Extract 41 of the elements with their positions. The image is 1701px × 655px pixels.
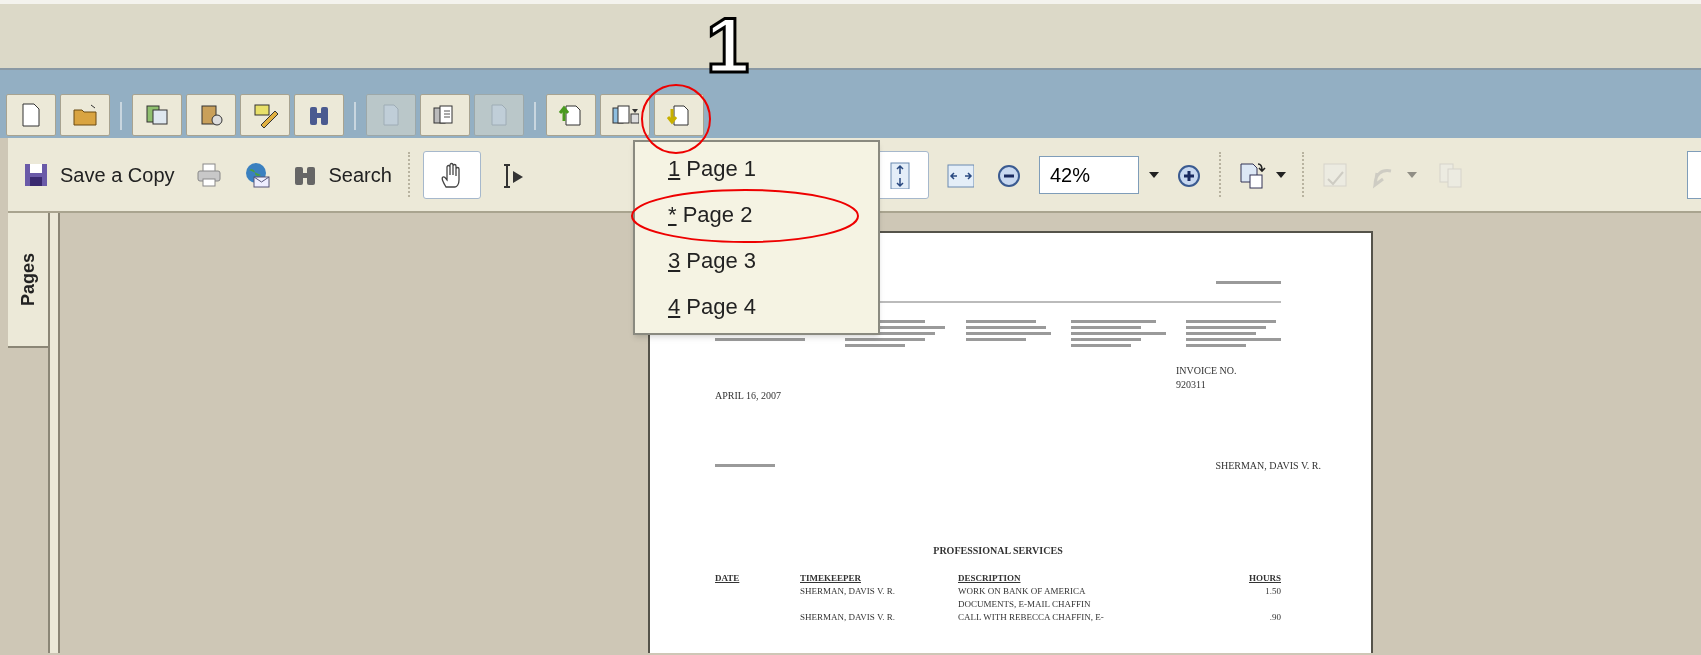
highlight-circle	[640, 83, 712, 155]
step-number: 1	[706, 6, 750, 84]
search-button[interactable]: Search	[286, 150, 396, 199]
column-header: HOURS	[1248, 572, 1281, 585]
table-cell-text: WORK ON BANK OF AMERICA	[958, 585, 1087, 598]
toolbar-button[interactable]	[294, 94, 344, 136]
column-header: DATE	[715, 572, 741, 585]
table-cell-text: SHERMAN, DAVIS V. R.	[800, 585, 897, 598]
menu-item[interactable]: * Page 2	[635, 194, 878, 236]
text-lines-drawing	[1216, 278, 1281, 287]
panel-splitter[interactable]	[50, 213, 60, 653]
invoice-number: 920311	[1176, 378, 1207, 392]
pencil-note-icon	[251, 101, 279, 129]
caret-icon	[1275, 171, 1286, 178]
invoice-label: INVOICE NO.	[1176, 364, 1238, 378]
invoice-date: APRIL 16, 2007	[715, 389, 783, 403]
toolbar-button[interactable]	[420, 94, 470, 136]
zoom-field[interactable]: 42%	[1038, 155, 1139, 194]
section-heading: PROFESSIONAL SERVICES	[932, 544, 1064, 558]
column-header: DESCRIPTION	[958, 572, 1022, 585]
text-field[interactable]	[1687, 150, 1701, 199]
spell-check-icon	[1320, 160, 1349, 189]
text-lines-drawing	[715, 461, 775, 470]
toolbar-button[interactable]	[422, 150, 481, 199]
pages-tab[interactable]: Pages	[8, 213, 48, 348]
menu-item[interactable]: 3 Page 3	[635, 239, 878, 281]
table-cell-text: DOCUMENTS, E-MAIL CHAFFIN	[958, 598, 1092, 611]
toolbar-button[interactable]	[600, 94, 650, 136]
menu-item[interactable]: 1 Page 1	[635, 148, 878, 190]
client-name: SHERMAN, DAVIS V. R.	[1215, 459, 1321, 473]
printer-icon	[194, 160, 223, 189]
caret-icon[interactable]	[1148, 171, 1159, 178]
table-cell-text: SHERMAN, DAVIS V. R.	[800, 611, 897, 624]
table-cell-text: .90	[1268, 611, 1281, 624]
caret-icon	[1406, 171, 1417, 178]
menu-item[interactable]: 4 Page 4	[635, 285, 878, 327]
table-cell-text: 1.50	[1264, 585, 1281, 598]
column-header: TIMEKEEPER	[800, 572, 862, 585]
save-copy-button[interactable]: Save a Copy	[18, 150, 179, 199]
table-cell-text: CALL WITH REBECCA CHAFFIN, E-	[958, 611, 1105, 624]
rotate-pages-icon	[1237, 160, 1266, 189]
